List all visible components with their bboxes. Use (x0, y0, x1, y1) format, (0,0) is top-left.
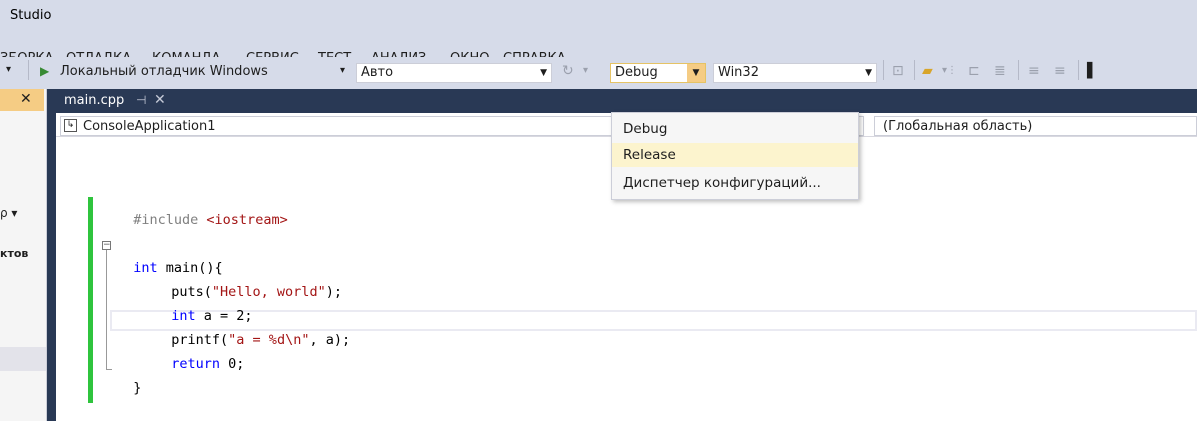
left-panel-label: ктов (0, 247, 29, 260)
start-debugger-button[interactable]: Локальный отладчик Windows (60, 64, 268, 79)
toolbar-separator (28, 60, 29, 80)
scope-combo[interactable]: (Глобальная область) (874, 116, 1197, 136)
solution-explorer-icon[interactable]: ▰ (922, 61, 933, 81)
code-text: ); (325, 284, 342, 300)
toolbar-separator (1018, 60, 1019, 80)
find-in-files-icon[interactable]: ⊡ (892, 61, 904, 81)
pin-icon[interactable]: ⊣ (136, 93, 146, 107)
platform-combo-value: Win32 (718, 65, 759, 80)
window-title: Studio (10, 8, 52, 23)
chevron-down-icon: ▼ (865, 68, 872, 78)
close-icon[interactable]: ✕ (20, 91, 32, 107)
toolbar-separator (883, 60, 884, 80)
code-text: 0; (220, 356, 245, 372)
code-text: } (133, 380, 142, 396)
toolbar: ▾ ▶ Локальный отладчик Windows ▾ Авто ▼ … (0, 57, 1197, 89)
uncomment-icon[interactable]: ≡ (1054, 61, 1066, 81)
left-tool-window: ρ ▾ ктов (0, 89, 47, 421)
toolbar-separator (1078, 60, 1079, 80)
preprocessor: #include (133, 212, 207, 228)
code-text: , a); (309, 332, 351, 348)
config-combo-value: Debug (615, 65, 658, 80)
config-combo[interactable]: Debug ▼ (610, 63, 706, 83)
platform-combo[interactable]: Win32 ▼ (713, 63, 877, 83)
dropdown-option-config-manager[interactable]: Диспетчер конфигураций... (612, 171, 858, 195)
chevron-down-icon[interactable]: ▾ (6, 60, 11, 80)
toolbar-separator (914, 60, 915, 80)
config-dropdown: Debug Release Диспетчер конфигураций... (611, 112, 859, 200)
tab-label: main.cpp (64, 93, 125, 108)
tab-main-cpp[interactable]: main.cpp ⊣ ✕ (56, 89, 196, 113)
left-panel-header: ✕ (0, 89, 44, 111)
collapse-icon[interactable]: − (102, 241, 111, 250)
outline-line-end (106, 369, 112, 370)
code-line-1: #include <iostream> (117, 196, 288, 228)
code-line-7: } (117, 364, 141, 396)
project-name: ConsoleApplication1 (83, 119, 216, 134)
comment-icon[interactable]: ≡ (1028, 61, 1040, 81)
play-icon[interactable]: ▶ (40, 61, 49, 81)
keyword: return (171, 356, 221, 372)
chevron-down-icon[interactable]: ▼ (687, 64, 705, 82)
left-panel-selected-row[interactable] (0, 347, 46, 371)
search-icon[interactable]: ρ ▾ (0, 206, 17, 220)
chevron-down-icon: ▼ (540, 68, 547, 78)
outline-line (106, 250, 107, 369)
project-icon: ↳ (64, 119, 77, 132)
bookmark-icon[interactable]: ▌ (1087, 61, 1098, 81)
scope-name: (Глобальная область) (883, 119, 1033, 134)
left-pane-border (47, 89, 56, 421)
dropdown-option-debug[interactable]: Debug (612, 117, 858, 141)
indent-icon[interactable]: ≣ (994, 61, 1006, 81)
mode-combo[interactable]: Авто ▼ (356, 63, 552, 83)
code-line-6: return 0; (155, 340, 244, 372)
chevron-down-icon[interactable]: ▾ (340, 61, 345, 81)
menu-bar: ЗБОРКА ОТЛАДКА КОМАНДА СЕРВИС ТЕСТ АНАЛИ… (0, 31, 1197, 66)
dropdown-option-release[interactable]: Release (612, 143, 858, 167)
include-path: <iostream> (206, 212, 288, 228)
restart-icon[interactable]: ↻ (562, 61, 574, 81)
keyword: int (133, 260, 158, 276)
title-bar: Studio (0, 0, 1197, 31)
mode-combo-value: Авто (361, 65, 394, 80)
tree-icon[interactable]: ⊏ (968, 61, 980, 81)
overflow-icon[interactable]: ▾⋮ (942, 61, 957, 81)
change-bar (88, 197, 93, 403)
chevron-down-icon[interactable]: ▾ (583, 61, 588, 81)
close-icon[interactable]: ✕ (154, 92, 166, 108)
document-tab-strip (56, 89, 1197, 113)
